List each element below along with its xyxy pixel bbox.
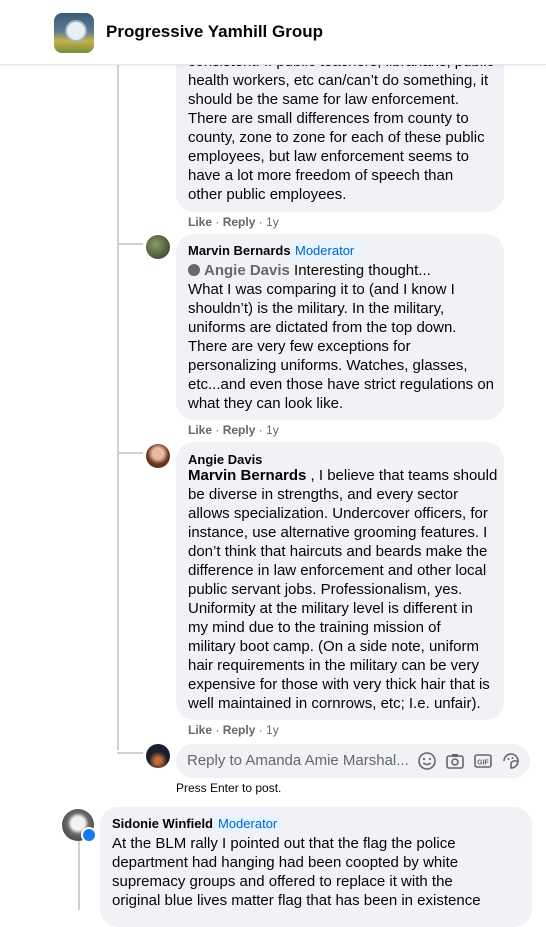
reply-box[interactable]: Reply to Amanda Amie Marshal... GIF <box>176 744 530 778</box>
emoji-icon[interactable] <box>417 751 437 771</box>
comment-author[interactable]: Sidonie Winfield <box>112 816 213 831</box>
like-button[interactable]: Like <box>188 215 212 229</box>
comment-age[interactable]: 1y <box>266 215 279 229</box>
reply-input[interactable]: Reply to Amanda Amie Marshal... <box>187 752 409 769</box>
mention-link[interactable]: Marvin Bernards <box>188 467 306 484</box>
comment-first-line: Angie Davis Interesting thought... <box>188 261 431 280</box>
current-user-avatar[interactable] <box>146 744 170 768</box>
comment-first-text: , I believe that teams should <box>306 467 498 484</box>
avatar[interactable] <box>146 235 170 259</box>
reply-button[interactable]: Reply <box>223 215 256 229</box>
comment-text: consistent. If public teachers, libraria… <box>188 53 494 203</box>
comment-text: What I was comparing it to (and I know I… <box>188 281 495 412</box>
group-name[interactable]: Progressive Yamhill Group <box>106 22 323 42</box>
moderator-badge: Moderator <box>213 815 283 832</box>
online-badge-icon <box>81 827 97 843</box>
comment-first-line: Marvin Bernards , I believe that teams s… <box>188 466 497 485</box>
comment-actions: Like · Reply · 1y <box>188 723 279 737</box>
avatar[interactable] <box>146 444 170 468</box>
comment-age[interactable]: 1y <box>266 723 279 737</box>
thread-line-connector <box>117 752 143 754</box>
reply-button[interactable]: Reply <box>223 723 256 737</box>
thread-line-sidonie <box>78 840 80 910</box>
thread-line <box>117 64 119 750</box>
comment-actions: Like · Reply · 1y <box>188 215 279 229</box>
mention-link[interactable]: Angie Davis <box>204 262 290 279</box>
gif-icon[interactable]: GIF <box>473 751 493 771</box>
like-button[interactable]: Like <box>188 423 212 437</box>
moderator-badge: Moderator <box>290 242 360 259</box>
thread-line-connector <box>117 452 143 454</box>
comment-text: be diverse in strengths, and every secto… <box>188 486 490 712</box>
comment-author[interactable]: Angie Davis <box>188 452 262 467</box>
comment-author[interactable]: Marvin Bernards <box>188 243 291 258</box>
press-enter-hint: Press Enter to post. <box>176 781 282 795</box>
reply-button[interactable]: Reply <box>223 423 256 437</box>
svg-text:GIF: GIF <box>477 760 489 767</box>
thread-line-connector <box>117 243 143 245</box>
comment-age[interactable]: 1y <box>266 423 279 437</box>
camera-icon[interactable] <box>445 751 465 771</box>
comment-actions: Like · Reply · 1y <box>188 423 279 437</box>
shield-icon <box>188 264 200 276</box>
group-logo-icon <box>65 20 87 42</box>
like-button[interactable]: Like <box>188 723 212 737</box>
group-header: Progressive Yamhill Group <box>0 0 546 65</box>
sticker-icon[interactable] <box>501 751 521 771</box>
comment-text: At the BLM rally I pointed out that the … <box>112 835 481 909</box>
comment-first-text: Interesting thought... <box>294 262 431 279</box>
group-avatar[interactable] <box>54 13 94 53</box>
